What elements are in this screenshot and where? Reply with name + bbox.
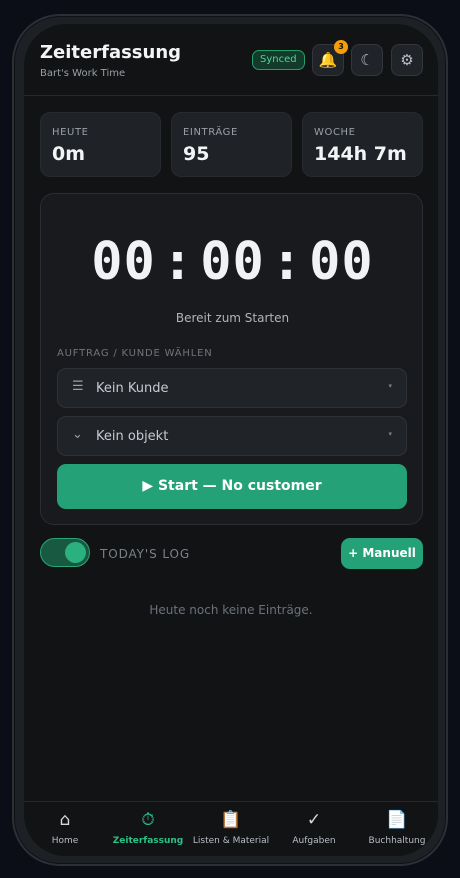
app-screen: Zeiterfassung Bart's Work Time Synced 🔔 … bbox=[24, 24, 438, 856]
stat-value: 144h 7m bbox=[314, 143, 407, 165]
stat-label: WOCHE bbox=[314, 127, 356, 138]
settings-button[interactable]: ⚙ bbox=[391, 44, 423, 76]
timer-seconds: 00 bbox=[309, 232, 374, 292]
nav-item-aufgaben[interactable]: ✓ Aufgaben bbox=[273, 802, 355, 856]
nav-item-home[interactable]: ⌂ Home bbox=[24, 802, 106, 856]
chevron-down-icon: ▾ bbox=[388, 382, 392, 390]
nav-label: Buchhaltung bbox=[368, 836, 426, 846]
timer-hours: 00 bbox=[91, 232, 156, 292]
nav-item-listen-material[interactable]: 📋 Listen & Material bbox=[190, 802, 272, 856]
checkmark-icon: ✓ bbox=[306, 810, 322, 830]
timer-minutes: 00 bbox=[200, 232, 265, 292]
notification-count-badge: 3 bbox=[334, 40, 348, 54]
timer-display: 00:00:00 bbox=[41, 232, 424, 292]
bottom-nav: ⌂ Home ⏱ Zeiterfassung 📋 Listen & Materi… bbox=[24, 801, 438, 856]
clipboard-icon: 📋 bbox=[220, 810, 242, 830]
nav-label: Listen & Material bbox=[192, 836, 270, 846]
stat-value: 95 bbox=[183, 143, 210, 165]
stat-card-entries: EINTRÄGE 95 bbox=[171, 112, 292, 177]
empty-log-message: Heute noch keine Einträge. bbox=[149, 603, 313, 617]
home-icon: ⌂ bbox=[59, 810, 71, 830]
timer-separator: : bbox=[161, 232, 195, 292]
log-toggle[interactable] bbox=[40, 538, 90, 567]
document-icon: 📄 bbox=[386, 810, 408, 830]
toggle-knob bbox=[65, 542, 86, 563]
customer-section-label: AUFTRAG / KUNDE WÄHLEN bbox=[57, 348, 213, 359]
timer-separator: : bbox=[270, 232, 304, 292]
add-manual-entry-button[interactable]: + Manuell bbox=[341, 538, 423, 569]
start-timer-button[interactable]: ▶ Start — No customer bbox=[57, 464, 407, 509]
nav-label: Zeiterfassung bbox=[112, 836, 184, 846]
app-title: Zeiterfassung bbox=[40, 42, 182, 63]
phone-frame: Zeiterfassung Bart's Work Time Synced 🔔 … bbox=[12, 14, 448, 866]
chevron-down-icon: ▾ bbox=[388, 430, 392, 438]
stat-label: HEUTE bbox=[52, 127, 89, 138]
log-title: TODAY'S LOG bbox=[100, 547, 191, 561]
app-header: Zeiterfassung Bart's Work Time Synced 🔔 … bbox=[24, 24, 438, 96]
app-subtitle: Bart's Work Time bbox=[40, 68, 126, 79]
gear-icon: ⚙ bbox=[400, 51, 414, 69]
list-icon: ☰ bbox=[72, 379, 84, 394]
nav-label: Aufgaben bbox=[292, 836, 336, 846]
theme-toggle-button[interactable]: ☾ bbox=[351, 44, 383, 76]
timer-card: 00:00:00 Bereit zum Starten AUFTRAG / KU… bbox=[40, 193, 423, 525]
sync-status-badge: Synced bbox=[252, 50, 305, 70]
object-icon: ⌄ bbox=[72, 427, 83, 442]
object-select[interactable]: ⌄ Kein objekt ▾ bbox=[57, 416, 407, 456]
nav-label: Home bbox=[51, 836, 79, 846]
nav-item-zeiterfassung[interactable]: ⏱ Zeiterfassung bbox=[107, 802, 189, 856]
customer-select[interactable]: ☰ Kein Kunde ▾ bbox=[57, 368, 407, 408]
bell-icon: 🔔 bbox=[318, 51, 338, 69]
stat-value: 0m bbox=[52, 143, 86, 165]
moon-icon: ☾ bbox=[360, 51, 374, 69]
customer-select-value: Kein Kunde bbox=[96, 381, 169, 396]
stat-card-today: HEUTE 0m bbox=[40, 112, 161, 177]
timer-status: Bereit zum Starten bbox=[175, 311, 290, 325]
object-select-value: Kein objekt bbox=[96, 429, 169, 444]
stat-card-week: WOCHE 144h 7m bbox=[302, 112, 423, 177]
stat-label: EINTRÄGE bbox=[183, 127, 238, 138]
stopwatch-icon: ⏱ bbox=[141, 810, 155, 830]
nav-item-buchhaltung[interactable]: 📄 Buchhaltung bbox=[356, 802, 438, 856]
